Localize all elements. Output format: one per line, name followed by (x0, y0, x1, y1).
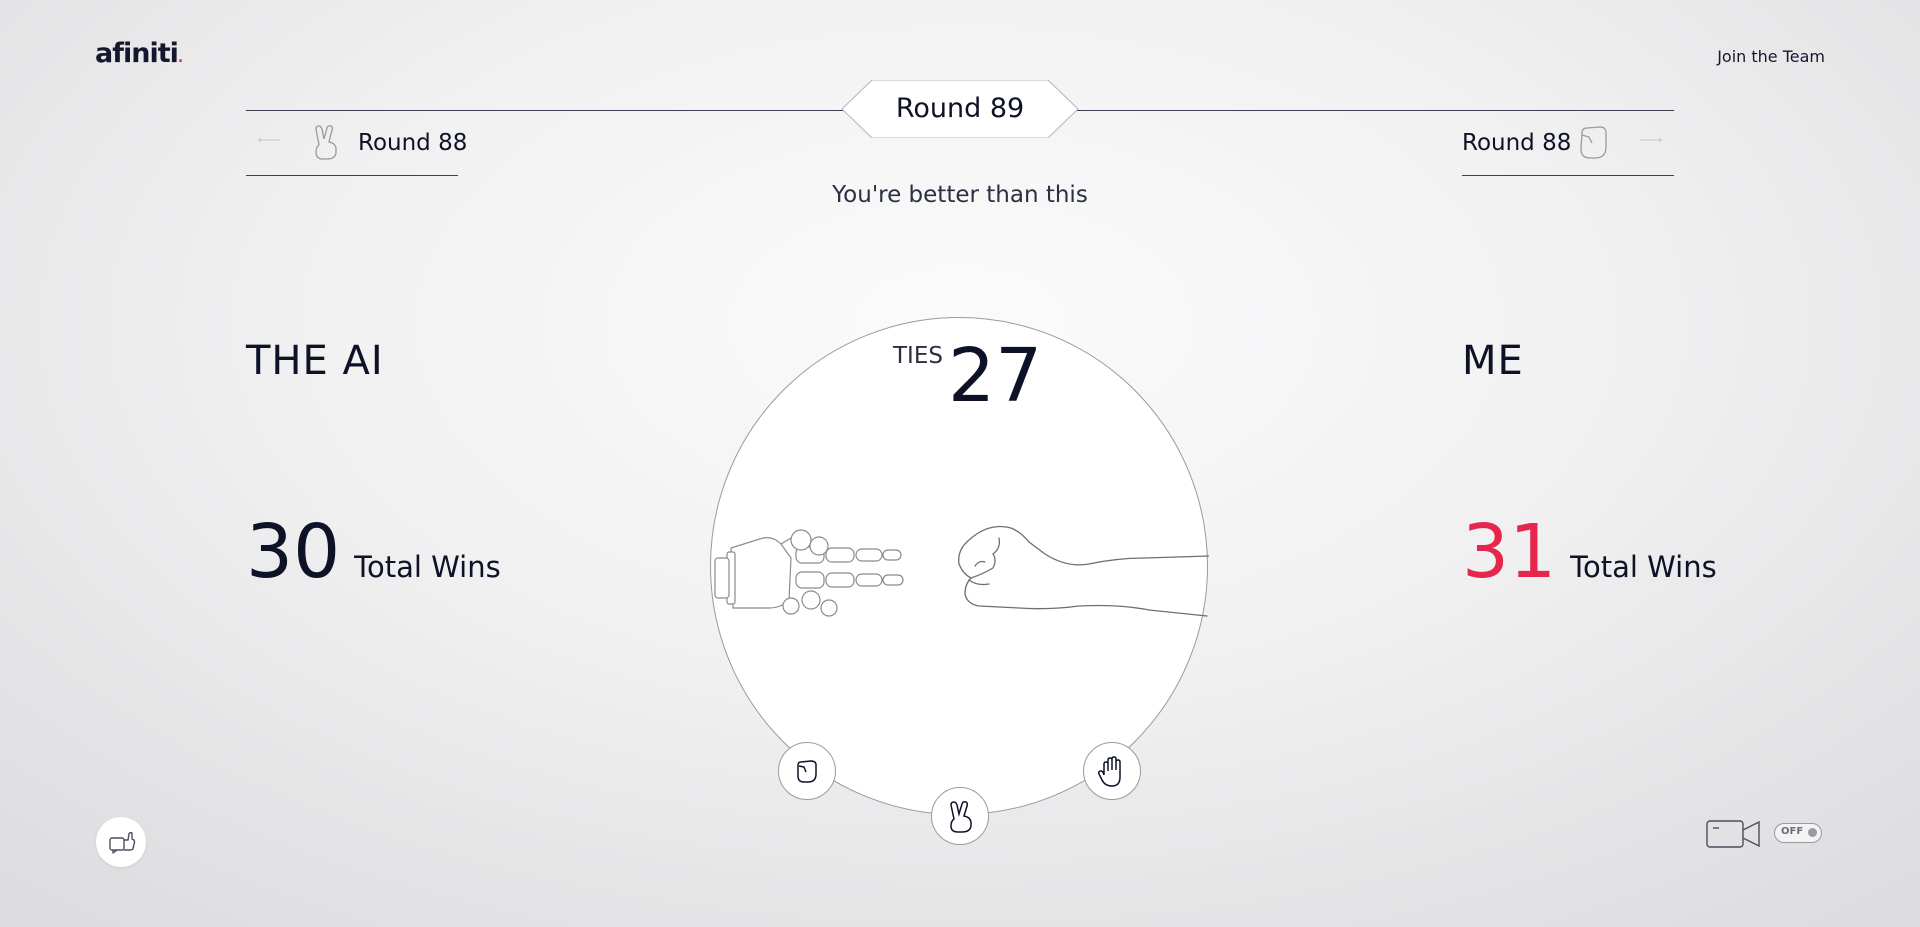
ai-wins-count: 30 (246, 509, 341, 595)
next-round-nav[interactable]: Round 88 (1462, 122, 1674, 176)
round-divider-right (1076, 110, 1674, 111)
fist-hand-icon (1580, 126, 1607, 159)
next-round-label: Round 88 (1462, 130, 1572, 156)
ai-wins: 30 Total Wins (246, 515, 501, 589)
me-wins: 31 Total Wins (1462, 515, 1717, 589)
feedback-button[interactable] (96, 817, 146, 867)
peace-hand-icon (315, 125, 337, 160)
arrow-left-icon (258, 138, 281, 142)
previous-round-underline (246, 175, 458, 176)
camera-toggle-state: OFF (1781, 826, 1804, 837)
ties-label: TIES (893, 343, 943, 369)
toggle-knob (1808, 828, 1817, 837)
open-hand-icon (1098, 756, 1121, 787)
round-result-message: You're better than this (832, 182, 1088, 208)
thumbs-up-icon (109, 831, 136, 854)
round-divider-left (246, 110, 844, 111)
peace-icon (950, 801, 972, 833)
afiniti-logo[interactable]: afiniti. (95, 38, 183, 69)
arrow-right-icon (1639, 138, 1662, 142)
ties-count: 27 (948, 333, 1043, 419)
previous-round-label: Round 88 (358, 130, 468, 156)
previous-round-nav[interactable]: Round 88 (246, 122, 467, 176)
ai-wins-label: Total Wins (354, 550, 501, 584)
scissors-choice-button[interactable] (931, 787, 989, 845)
paper-choice-button[interactable] (1083, 742, 1141, 800)
next-round-underline (1462, 175, 1674, 176)
current-round-badge: Round 89 (842, 80, 1078, 138)
join-the-team-link[interactable]: Join the Team (1717, 47, 1825, 66)
camera-toggle[interactable]: OFF (1774, 823, 1822, 843)
fist-icon (797, 760, 817, 783)
ai-label: THE AI (246, 338, 384, 384)
me-wins-label: Total Wins (1570, 550, 1717, 584)
rock-choice-button[interactable] (778, 742, 836, 800)
me-wins-count: 31 (1462, 509, 1557, 595)
video-camera-icon[interactable] (1705, 818, 1763, 850)
human-rock-hand (958, 525, 1209, 617)
me-label: ME (1462, 338, 1524, 384)
robot-scissors-hand (714, 529, 904, 617)
current-round-label: Round 89 (895, 93, 1025, 124)
